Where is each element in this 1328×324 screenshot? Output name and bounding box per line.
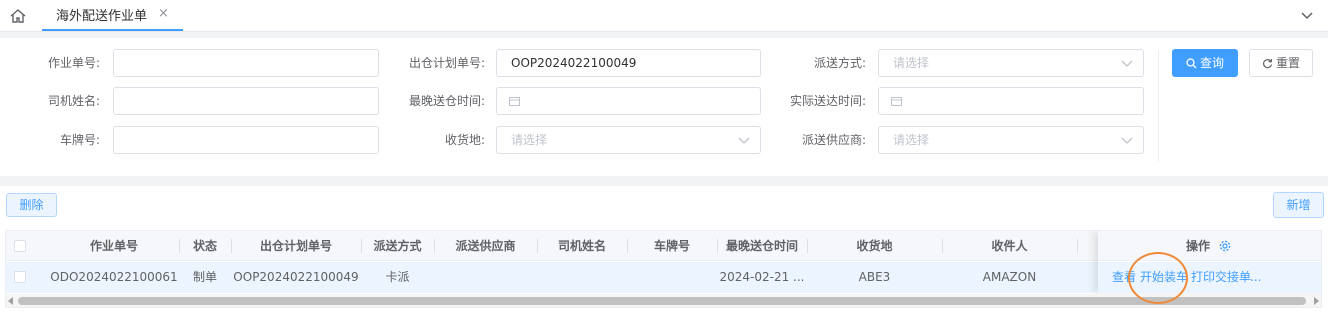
search-icon (1186, 58, 1197, 69)
destination-label: 收货地: (444, 133, 485, 147)
col-method[interactable]: 派送方式 (361, 231, 434, 261)
home-icon[interactable] (9, 8, 27, 24)
chevron-down-icon (738, 137, 750, 144)
more-link[interactable]: ... (1250, 262, 1261, 293)
driver-name-label: 司机姓名: (47, 94, 100, 108)
data-table: 作业单号 状态 出仓计划单号 派送方式 派送供应商 司机姓名 车牌号 最晚送仓时… (5, 230, 1322, 308)
col-order-no[interactable]: 作业单号 (49, 231, 179, 261)
supplier-placeholder: 请选择 (893, 133, 930, 147)
actions-column: 操作 查看 开始装车 打印交接单 ... (1098, 231, 1321, 293)
plan-no-input[interactable]: OOP2024022100049 (496, 49, 761, 77)
delivery-method-label: 派送方式: (813, 56, 866, 70)
select-all-checkbox[interactable] (14, 240, 26, 252)
delivery-method-select[interactable]: 请选择 (878, 49, 1144, 77)
plate-no-label: 车牌号: (59, 133, 100, 147)
view-link[interactable]: 查看 (1112, 262, 1136, 293)
cell-status: 制单 (192, 270, 217, 284)
tab-bar: 海外配送作业单 × (0, 0, 1328, 32)
search-divider (1158, 50, 1159, 162)
query-label: 查询 (1199, 56, 1224, 70)
destination-select[interactable]: 请选择 (496, 126, 761, 154)
chevron-down-icon[interactable] (1300, 9, 1314, 23)
reset-label: 重置 (1275, 56, 1300, 70)
reset-button[interactable]: 重置 (1249, 49, 1313, 77)
supplier-select[interactable]: 请选择 (878, 126, 1144, 154)
col-latest[interactable]: 最晚送仓时间 (717, 231, 807, 261)
gear-icon[interactable] (1219, 240, 1231, 252)
tab-overseas-delivery[interactable]: 海外配送作业单 × (42, 0, 183, 31)
cell-plan-no: OOP2024022100049 (233, 270, 359, 284)
cell-dest: ABE3 (858, 270, 891, 284)
horizontal-scrollbar[interactable] (6, 294, 1321, 307)
delivery-method-placeholder: 请选择 (893, 56, 930, 70)
actions-row: 查看 开始装车 打印交接单 ... (1098, 262, 1321, 293)
cell-receiver: AMAZON (982, 270, 1037, 284)
col-plate[interactable]: 车牌号 (627, 231, 717, 261)
cell-method: 卡派 (385, 270, 410, 284)
col-supplier[interactable]: 派送供应商 (434, 231, 537, 261)
close-icon[interactable]: × (158, 6, 169, 21)
plan-no-label: 出仓计划单号: (408, 56, 485, 70)
supplier-label: 派送供应商: (801, 133, 866, 147)
row-checkbox[interactable] (14, 271, 26, 283)
order-no-input[interactable] (113, 49, 379, 77)
start-loading-link[interactable]: 开始装车 (1140, 262, 1188, 293)
latest-time-picker[interactable] (496, 87, 761, 115)
delete-button[interactable]: 删除 (6, 193, 57, 217)
col-status[interactable]: 状态 (179, 231, 231, 261)
destination-placeholder: 请选择 (511, 133, 548, 147)
cell-driver (537, 262, 627, 292)
actions-header: 操作 (1098, 231, 1321, 261)
scroll-thumb[interactable] (18, 297, 1306, 305)
plate-no-input[interactable] (113, 126, 379, 154)
driver-name-input[interactable] (113, 87, 379, 115)
order-no-label: 作业单号: (47, 56, 100, 70)
cell-supplier (434, 262, 537, 292)
scroll-left-icon[interactable] (8, 297, 13, 305)
calendar-icon (509, 97, 520, 106)
print-handover-link[interactable]: 打印交接单 (1191, 262, 1251, 293)
refresh-icon (1263, 58, 1273, 69)
col-receiver[interactable]: 收件人 (942, 231, 1077, 261)
cell-latest: 2024-02-21 ... (719, 270, 805, 284)
cell-order-no: ODO2024022100061 (50, 270, 178, 284)
plan-no-value: OOP2024022100049 (511, 56, 637, 70)
calendar-icon (891, 97, 902, 106)
col-driver[interactable]: 司机姓名 (537, 231, 627, 261)
scroll-right-icon[interactable] (1314, 297, 1319, 305)
chevron-down-icon (1121, 137, 1133, 144)
cell-plate (627, 262, 717, 292)
query-button[interactable]: 查询 (1172, 49, 1238, 77)
col-dest[interactable]: 收货地 (807, 231, 942, 261)
tab-label: 海外配送作业单 (56, 9, 148, 24)
actual-time-label: 实际送达时间: (789, 94, 866, 108)
table-panel: 删除 新增 作业单号 状态 出仓计划单号 派送方式 派送供应商 司机姓名 车牌号… (0, 186, 1328, 324)
col-plan-no[interactable]: 出仓计划单号 (231, 231, 361, 261)
chevron-down-icon (1121, 60, 1133, 67)
search-panel: 作业单号: 出仓计划单号: OOP2024022100049 派送方式: 请选择… (0, 38, 1328, 176)
actual-time-picker[interactable] (878, 87, 1144, 115)
add-button[interactable]: 新增 (1273, 192, 1324, 218)
latest-time-label: 最晚送仓时间: (408, 94, 485, 108)
